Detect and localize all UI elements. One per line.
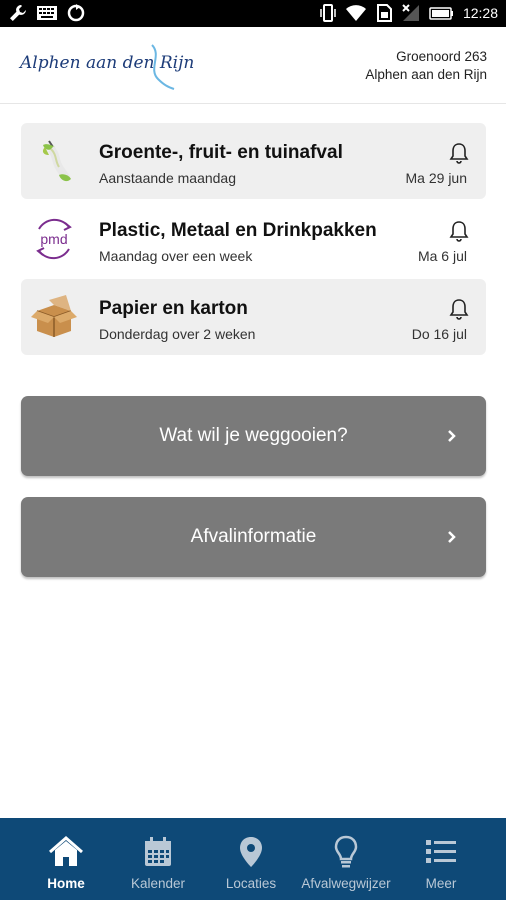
signal-icon — [402, 4, 419, 21]
collection-subtitle: Donderdag over 2 weken — [99, 326, 256, 342]
status-bar: 12:28 — [0, 0, 506, 27]
nav-label: Afvalwegwijzer — [301, 876, 391, 891]
waste-search-button[interactable]: Wat wil je weggooien? — [21, 396, 486, 476]
logo-river-icon — [151, 44, 175, 90]
collection-subtitle: Maandag over een week — [99, 248, 253, 264]
nav-label: Kalender — [130, 876, 186, 891]
nav-item-home[interactable]: Home — [16, 818, 116, 900]
nav-item-calendar[interactable]: Kalender — [108, 818, 208, 900]
bell-icon[interactable] — [449, 142, 469, 164]
vibrate-icon — [320, 4, 336, 22]
collection-date: Ma 6 jul — [417, 248, 467, 264]
app-header: Alphen aan den Rijn Groenoord 263 Alphen… — [0, 27, 506, 104]
waste-search-label: Wat wil je weggooien? — [159, 425, 348, 446]
keyboard-icon — [37, 6, 57, 20]
home-icon — [49, 836, 83, 866]
bottom-navigation: Home Kalender Locaties Afvalwegwijzer Me… — [0, 818, 506, 900]
collection-title: Groente-, fruit- en tuinafval — [99, 142, 343, 163]
apple-core-icon — [42, 140, 71, 182]
status-bar-notifications — [8, 3, 86, 23]
collection-subtitle: Aanstaande maandag — [99, 170, 236, 186]
collection-card-paper[interactable]: Papier en karton Donderdag over 2 weken … — [21, 279, 486, 355]
status-time: 12:28 — [462, 5, 498, 21]
nav-label: Home — [47, 876, 85, 891]
waste-info-label: Afvalinformatie — [190, 526, 317, 547]
nav-label: Meer — [425, 876, 457, 891]
collection-title: Plastic, Metaal en Drinkpakken — [99, 220, 377, 241]
cardboard-box-icon — [31, 295, 77, 337]
nav-label: Locaties — [225, 876, 277, 891]
nav-item-waste-guide[interactable]: Afvalwegwijzer — [296, 818, 396, 900]
collection-card-pmd[interactable]: pmd Plastic, Metaal en Drinkpakken Maand… — [21, 201, 486, 277]
bell-icon[interactable] — [449, 298, 469, 320]
sync-icon — [67, 4, 85, 22]
collection-date: Do 16 jul — [411, 326, 467, 342]
sim-icon — [376, 4, 392, 22]
wifi-icon — [345, 5, 366, 21]
address-block[interactable]: Groenoord 263 Alphen aan den Rijn — [365, 48, 487, 84]
nav-item-more[interactable]: Meer — [391, 818, 491, 900]
municipality-logo: Alphen aan den Rijn — [20, 43, 200, 91]
calendar-icon — [145, 837, 171, 866]
battery-icon — [429, 7, 453, 20]
status-bar-system: 12:28 — [319, 3, 498, 23]
location-pin-icon — [240, 837, 262, 867]
svg-text:pmd: pmd — [40, 231, 67, 247]
list-icon — [426, 840, 456, 863]
wrench-icon — [10, 5, 26, 21]
address-street: Groenoord 263 — [396, 49, 487, 64]
lightbulb-icon — [334, 835, 358, 868]
chevron-right-icon — [448, 430, 456, 442]
bell-icon[interactable] — [449, 220, 469, 242]
collection-date: Ma 29 jun — [405, 170, 467, 186]
collection-title: Papier en karton — [99, 298, 248, 319]
address-city: Alphen aan den Rijn — [365, 67, 487, 82]
pmd-icon: pmd — [36, 218, 72, 260]
waste-info-button[interactable]: Afvalinformatie — [21, 497, 486, 577]
chevron-right-icon — [448, 531, 456, 543]
nav-item-locations[interactable]: Locaties — [201, 818, 301, 900]
collection-card-gft[interactable]: Groente-, fruit- en tuinafval Aanstaande… — [21, 123, 486, 199]
